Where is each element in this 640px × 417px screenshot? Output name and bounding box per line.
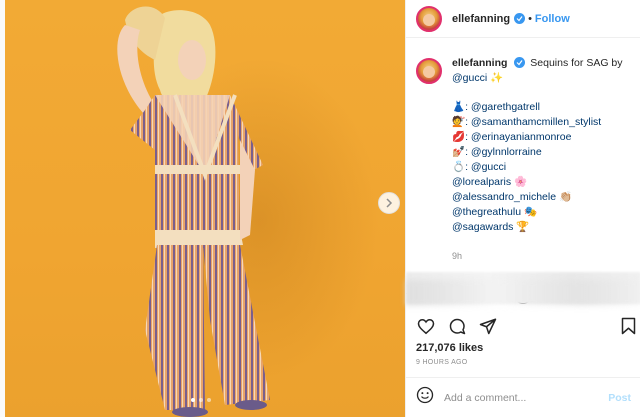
caption-brand-emoji: ✨ [490, 72, 504, 84]
next-photo-button[interactable] [378, 192, 400, 214]
post-timestamp[interactable]: 9 HOURS AGO [416, 359, 468, 366]
credit-line[interactable]: 💇: @samanthamcmillen_stylist [452, 115, 627, 130]
caption: ellefanning Sequins for SAG by @gucci ✨ … [406, 38, 640, 304]
comment-icon[interactable] [447, 316, 467, 336]
blurred-comments-overlay [406, 280, 640, 306]
carousel-dots [191, 398, 211, 402]
credit-line[interactable]: 💅🏼: @gylnnlorraine [452, 145, 627, 160]
separator: • [528, 12, 532, 25]
comment-box: Add a comment... Post [406, 377, 640, 417]
credit-line[interactable]: 👗: @garethgatrell [452, 100, 627, 115]
post-comment-button[interactable]: Post [608, 392, 631, 404]
username[interactable]: ellefanning [452, 13, 510, 25]
post-photo[interactable] [5, 0, 405, 417]
share-icon[interactable] [478, 316, 498, 336]
heart-icon[interactable] [416, 316, 436, 336]
credit-line[interactable]: 💍: @gucci [452, 160, 627, 175]
add-comment-input[interactable]: Add a comment... [444, 392, 608, 404]
carousel-dot [207, 398, 211, 402]
avatar[interactable] [416, 5, 442, 32]
credit-line[interactable]: @lorealparis 🌸 [452, 175, 627, 190]
caption-username[interactable]: ellefanning [452, 57, 507, 69]
caption-body: ellefanning Sequins for SAG by @gucci ✨ … [452, 56, 627, 293]
model-figure [117, 6, 270, 417]
carousel-dot [191, 398, 195, 402]
bookmark-icon[interactable] [618, 316, 638, 336]
carousel-dot [199, 398, 203, 402]
post-side-panel: ellefanning • Follow ellefanning Sequins… [405, 0, 640, 417]
credit-line[interactable]: @sagawards 🏆 [452, 220, 627, 235]
like-count[interactable]: 217,076 likes [416, 342, 483, 354]
avatar[interactable] [416, 58, 442, 84]
action-bar [416, 316, 498, 336]
credit-line[interactable]: @alessandro_michele 👏🏼 [452, 190, 627, 205]
caption-text: Sequins for SAG by [530, 57, 623, 69]
verified-badge-icon [514, 57, 526, 68]
caption-time[interactable]: 9h [452, 249, 627, 264]
chevron-right-icon [386, 198, 393, 208]
verified-badge-icon [514, 13, 526, 24]
credit-line[interactable]: 💋: @erinayanianmonroe [452, 130, 627, 145]
post-header: ellefanning • Follow [406, 0, 640, 38]
smiley-icon[interactable] [416, 386, 434, 409]
caption-brand-link[interactable]: @gucci [452, 72, 487, 84]
credit-line[interactable]: @thegreathulu 🎭 [452, 205, 627, 220]
follow-button[interactable]: Follow [535, 13, 570, 25]
